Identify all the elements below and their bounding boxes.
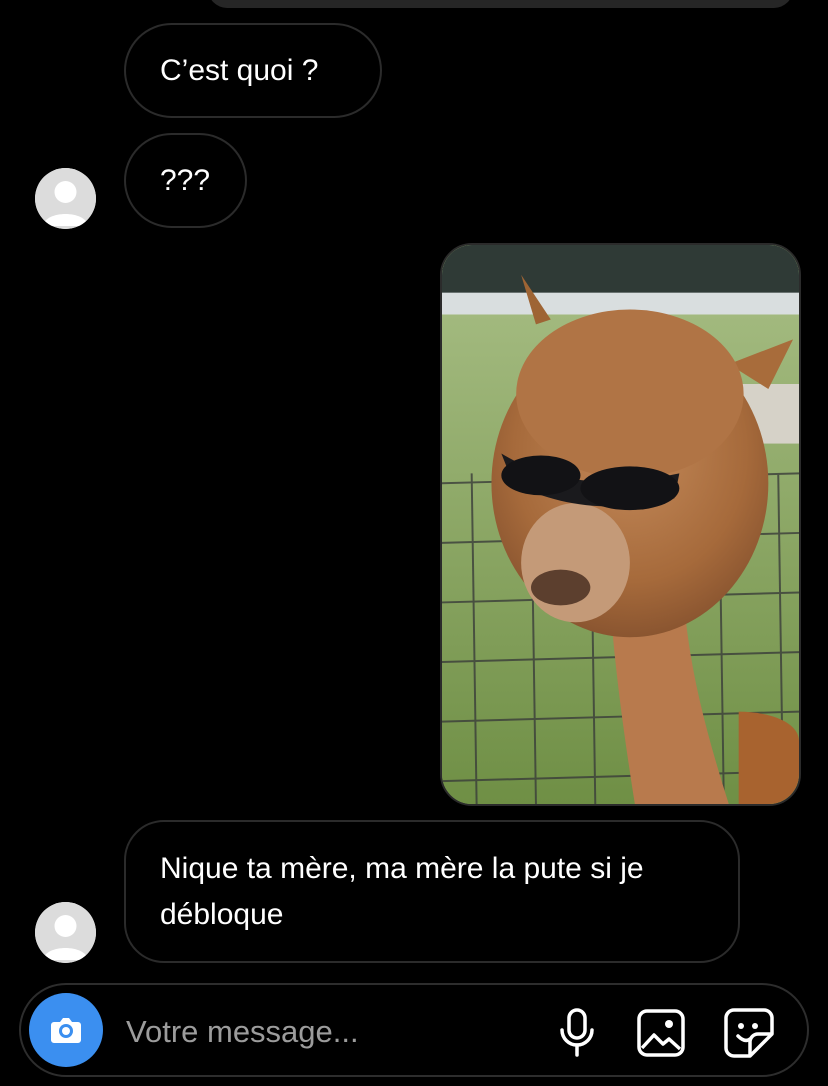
message-text: C’est quoi ? <box>160 54 319 87</box>
default-avatar-icon <box>35 168 96 229</box>
image-gallery-icon <box>637 1009 685 1057</box>
sticker-button[interactable] <box>723 1007 775 1059</box>
avatar[interactable] <box>35 168 96 229</box>
message-bubble[interactable]: Nique ta mère, ma mère la pute si je déb… <box>124 820 740 963</box>
avatar[interactable] <box>35 902 96 963</box>
microphone-button[interactable] <box>551 1007 603 1059</box>
message-composer <box>19 983 809 1077</box>
microphone-icon <box>560 1008 594 1057</box>
previous-message-bubble <box>208 0 793 8</box>
message-bubble[interactable]: C’est quoi ? <box>124 23 382 118</box>
default-avatar-icon <box>35 902 96 963</box>
message-input[interactable] <box>124 1003 528 1061</box>
message-bubble[interactable]: ??? <box>124 133 247 228</box>
message-text: ??? <box>160 164 211 197</box>
camera-icon <box>51 1018 81 1043</box>
alpaca-sunglasses-photo <box>442 245 799 804</box>
camera-button[interactable] <box>29 993 103 1067</box>
photo-message[interactable] <box>440 243 801 806</box>
message-text: Nique ta mère, ma mère la pute si je déb… <box>160 852 644 931</box>
gallery-button[interactable] <box>635 1007 687 1059</box>
sticker-icon <box>724 1008 774 1058</box>
